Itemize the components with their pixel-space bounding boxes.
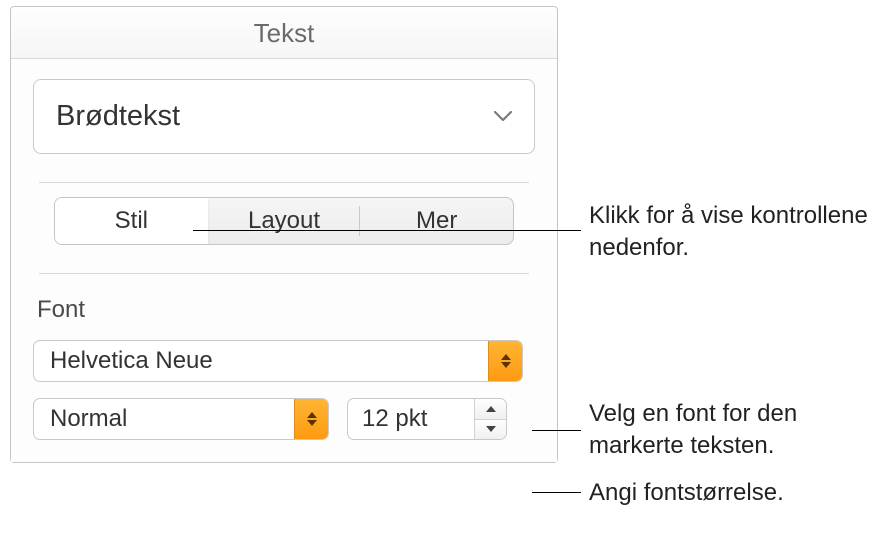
callout-tabs: Klikk for å vise kontrollene nedenfor. [589, 200, 879, 265]
font-size-step-down[interactable] [475, 420, 506, 440]
panel-title: Tekst [11, 7, 557, 59]
font-section-label: Font [37, 296, 535, 324]
tab-stil[interactable]: Stil [55, 198, 208, 244]
font-weight-dropdown[interactable]: Normal [33, 398, 329, 440]
font-size-value: 12 pkt [348, 405, 474, 433]
tab-segmented-control: Stil Layout Mer [54, 197, 514, 245]
dropdown-arrows-icon [294, 399, 328, 439]
tab-layout[interactable]: Layout [208, 198, 361, 244]
caret-down-icon [486, 426, 496, 432]
paragraph-style-dropdown[interactable]: Brødtekst [33, 79, 535, 154]
font-weight-value: Normal [34, 405, 127, 433]
callout-line [193, 230, 581, 231]
font-size-field[interactable]: 12 pkt [347, 398, 507, 440]
dropdown-arrows-icon [488, 341, 522, 381]
divider [39, 273, 529, 274]
divider [39, 182, 529, 183]
font-weight-size-row: Normal 12 pkt [33, 398, 535, 440]
callout-size: Angi fontstørrelse. [589, 477, 879, 509]
font-size-step-up[interactable] [475, 399, 506, 420]
font-size-stepper [474, 399, 506, 439]
callout-font: Velg en font for den markerte teksten. [589, 398, 879, 463]
text-inspector-panel: Tekst Brødtekst Stil Layout Mer Font Hel… [10, 6, 558, 463]
callout-line [532, 430, 581, 431]
tab-mer[interactable]: Mer [360, 198, 513, 244]
font-family-dropdown[interactable]: Helvetica Neue [33, 340, 523, 382]
caret-up-icon [486, 406, 496, 412]
callout-line [532, 492, 581, 493]
paragraph-style-label: Brødtekst [56, 100, 180, 133]
panel-body: Brødtekst Stil Layout Mer Font Helvetica… [11, 59, 557, 462]
tab-stil-label: Stil [115, 207, 148, 234]
font-family-value: Helvetica Neue [34, 347, 213, 375]
chevron-down-icon [494, 111, 512, 122]
